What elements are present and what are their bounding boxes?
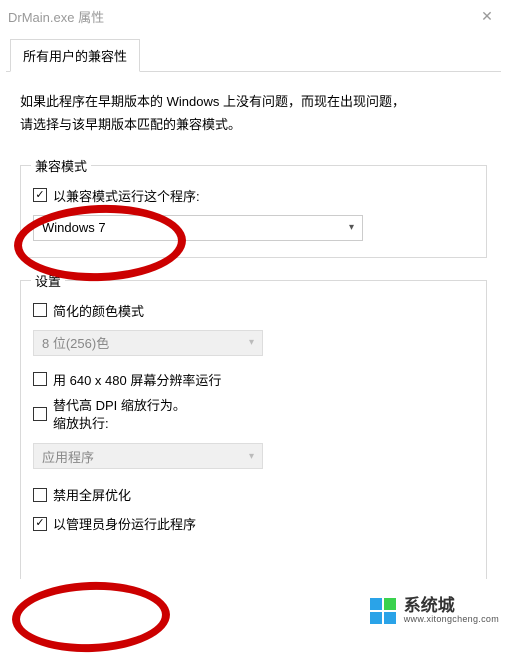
checkbox-low-res[interactable] (33, 372, 47, 386)
watermark-text: 系统城 www.xitongcheng.com (404, 597, 499, 626)
label-reduced-color: 简化的颜色模式 (53, 301, 144, 320)
row-reduced-color: 简化的颜色模式 (33, 301, 474, 320)
window-title: DrMain.exe 属性 (8, 7, 104, 26)
dropdown-color-mode: 8 位(256)色 ▾ (33, 330, 263, 356)
label-run-as-admin: 以管理员身份运行此程序 (53, 514, 196, 533)
watermark-icon (368, 596, 398, 626)
dropdown-compat-value: Windows 7 (42, 220, 106, 235)
dropdown-dpi-scaling: 应用程序 ▾ (33, 443, 263, 469)
dropdown-color-value: 8 位(256)色 (42, 333, 109, 352)
chevron-down-icon: ▾ (249, 451, 254, 462)
checkbox-compat-mode[interactable] (33, 188, 47, 202)
chevron-down-icon: ▾ (349, 222, 354, 233)
tab-label: 所有用户的兼容性 (23, 49, 127, 64)
titlebar: DrMain.exe 属性 ✕ (0, 0, 507, 32)
label-compat-mode: 以兼容模式运行这个程序: (53, 186, 200, 205)
checkbox-dpi-override[interactable] (33, 407, 47, 421)
tab-content: 如果此程序在早期版本的 Windows 上没有问题，而现在出现问题， 请选择与该… (0, 72, 507, 579)
checkbox-run-as-admin[interactable] (33, 517, 47, 531)
annotation-ellipse-admin (11, 579, 171, 654)
row-low-res: 用 640 x 480 屏幕分辨率运行 (33, 370, 474, 389)
group-settings: 设置 简化的颜色模式 8 位(256)色 ▾ 用 640 x 480 屏幕分辨率… (20, 280, 487, 579)
tab-strip: 所有用户的兼容性 (6, 42, 501, 72)
checkbox-reduced-color[interactable] (33, 303, 47, 317)
chevron-down-icon: ▾ (249, 337, 254, 348)
checkbox-disable-fullscreen[interactable] (33, 488, 47, 502)
row-disable-fullscreen: 禁用全屏优化 (33, 485, 474, 504)
label-low-res: 用 640 x 480 屏幕分辨率运行 (53, 370, 221, 389)
dropdown-dpi-value: 应用程序 (42, 447, 94, 466)
group-legend-settings: 设置 (31, 271, 65, 290)
watermark-url: www.xitongcheng.com (404, 615, 499, 625)
label-disable-fullscreen: 禁用全屏优化 (53, 485, 131, 504)
close-icon[interactable]: ✕ (477, 8, 497, 25)
group-compat-mode: 兼容模式 以兼容模式运行这个程序: Windows 7 ▾ (20, 165, 487, 258)
row-compat-checkbox: 以兼容模式运行这个程序: (33, 186, 474, 205)
row-dpi-override: 替代高 DPI 缩放行为。 缩放执行: (33, 397, 474, 433)
watermark-brand: 系统城 (404, 597, 499, 616)
dropdown-compat-os[interactable]: Windows 7 ▾ (33, 215, 363, 241)
watermark: 系统城 www.xitongcheng.com (368, 596, 499, 626)
tab-all-users-compat[interactable]: 所有用户的兼容性 (10, 39, 140, 72)
row-run-as-admin: 以管理员身份运行此程序 (33, 514, 474, 533)
intro-text: 如果此程序在早期版本的 Windows 上没有问题，而现在出现问题， 请选择与该… (20, 90, 487, 137)
label-dpi-override: 替代高 DPI 缩放行为。 缩放执行: (53, 397, 186, 433)
group-legend-compat: 兼容模式 (31, 156, 91, 175)
